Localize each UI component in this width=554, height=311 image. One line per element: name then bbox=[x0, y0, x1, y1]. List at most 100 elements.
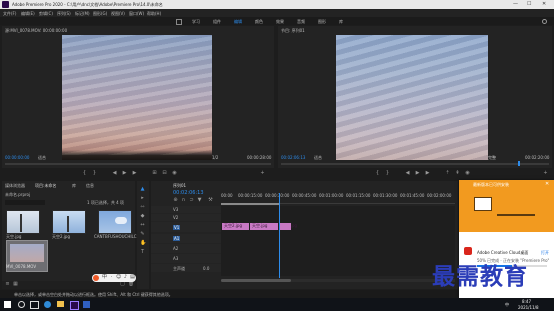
home-icon[interactable] bbox=[176, 19, 182, 25]
extract-icon[interactable]: ⇞ bbox=[455, 171, 460, 176]
timeline-playhead[interactable] bbox=[279, 193, 280, 278]
track-area[interactable]: 天空2.jpg 天空.jpg 天空3.jpg bbox=[221, 206, 455, 276]
tab-info[interactable]: 信息 bbox=[86, 183, 94, 188]
step-forward-icon[interactable]: ▶ bbox=[132, 171, 137, 176]
source-scale-select[interactable]: 1/2 bbox=[212, 155, 218, 160]
workspace-libraries[interactable]: 库 bbox=[339, 19, 343, 24]
insert-icon[interactable]: ⊞ bbox=[152, 171, 157, 176]
export-frame-icon[interactable]: ◉ bbox=[465, 171, 470, 176]
lift-icon[interactable]: ⇡ bbox=[445, 171, 450, 176]
play-icon[interactable]: ▶ bbox=[122, 171, 127, 176]
file-explorer-icon[interactable] bbox=[57, 301, 64, 307]
workspace-audio[interactable]: 音频 bbox=[297, 19, 305, 24]
play-icon[interactable]: ▶ bbox=[415, 171, 420, 176]
close-button[interactable]: ✕ bbox=[542, 1, 546, 7]
project-search-input[interactable] bbox=[5, 200, 45, 205]
notif-open-button[interactable]: 打开 bbox=[541, 250, 549, 255]
ime-keyboard-icon[interactable]: ▤ bbox=[130, 275, 135, 280]
timeline-clip[interactable] bbox=[279, 223, 291, 230]
razor-tool-icon[interactable]: ◆ bbox=[140, 214, 145, 219]
timeline-clip[interactable]: 天空.jpg bbox=[250, 223, 278, 230]
timeline-scrollbar[interactable] bbox=[221, 279, 455, 282]
ime-indicator[interactable]: 中 bbox=[505, 302, 509, 307]
menu-sequence[interactable]: 序列(S) bbox=[57, 11, 71, 16]
project-clip-thumb[interactable] bbox=[98, 210, 132, 234]
ime-lang-icon[interactable]: 中 bbox=[102, 275, 107, 280]
minimize-button[interactable]: — bbox=[513, 1, 518, 7]
mark-in-icon[interactable]: { bbox=[82, 171, 87, 176]
program-playhead[interactable] bbox=[518, 161, 520, 166]
track-label-a1[interactable]: A1 bbox=[173, 236, 181, 241]
track-label-v2[interactable]: V2 bbox=[173, 215, 178, 220]
program-scrubber[interactable] bbox=[281, 163, 549, 165]
program-monitor-tab[interactable]: 节目: 序列01 bbox=[281, 28, 305, 33]
mark-out-icon[interactable]: } bbox=[92, 171, 97, 176]
master-volume[interactable]: 0.0 bbox=[203, 266, 209, 271]
workspace-editing[interactable]: 编辑 bbox=[234, 19, 242, 24]
ripple-edit-tool-icon[interactable]: ⇿ bbox=[140, 205, 145, 210]
timeline-timecode[interactable]: 00:02:06:13 bbox=[173, 191, 204, 196]
tab-media-browser[interactable]: 媒体浏览器 bbox=[5, 183, 25, 188]
clock-date[interactable]: 2021/11/8 bbox=[518, 305, 539, 310]
project-clip-thumb[interactable] bbox=[52, 210, 86, 234]
menu-markers[interactable]: 标记(M) bbox=[75, 11, 90, 16]
workspace-learn[interactable]: 学习 bbox=[192, 19, 200, 24]
source-scrubber[interactable] bbox=[5, 163, 271, 165]
close-icon[interactable]: ✕ bbox=[545, 181, 549, 187]
menu-help[interactable]: 帮助(H) bbox=[147, 11, 161, 16]
windows-start-icon[interactable] bbox=[4, 301, 11, 308]
type-tool-icon[interactable]: T bbox=[140, 250, 145, 255]
source-monitor-tab[interactable]: 源:MVI_0078.MOV: 00:00:00:00 bbox=[5, 28, 67, 33]
search-icon[interactable] bbox=[542, 19, 547, 24]
add-marker-icon[interactable]: ▼ bbox=[197, 198, 202, 203]
add-button-icon[interactable]: + bbox=[260, 171, 265, 176]
hand-tool-icon[interactable]: ✋ bbox=[140, 241, 146, 246]
source-fit-select[interactable]: 适合 bbox=[38, 155, 46, 160]
step-forward-icon[interactable]: ▶ bbox=[425, 171, 430, 176]
workspace-effects[interactable]: 效果 bbox=[276, 19, 284, 24]
add-button-icon[interactable]: + bbox=[543, 171, 548, 176]
ime-emoji-icon[interactable]: ☺ bbox=[116, 275, 121, 280]
scroll-thumb[interactable] bbox=[221, 279, 291, 282]
wrench-icon[interactable]: ⚒ bbox=[208, 198, 213, 203]
clock-time[interactable]: 8:47 bbox=[522, 299, 531, 304]
trash-icon[interactable]: 🗑 bbox=[128, 282, 134, 287]
project-clip-thumb[interactable] bbox=[6, 210, 40, 234]
track-label-a2[interactable]: A2 bbox=[173, 246, 178, 251]
overwrite-icon[interactable]: ⊟ bbox=[162, 171, 167, 176]
source-timecode[interactable]: 00:00:00:00 bbox=[5, 155, 29, 160]
pen-tool-icon[interactable]: ✎ bbox=[140, 232, 145, 237]
workspace-graphics[interactable]: 图形 bbox=[318, 19, 326, 24]
track-label-v3[interactable]: V3 bbox=[173, 207, 178, 212]
snap-icon[interactable]: ∩ bbox=[181, 198, 186, 203]
premiere-taskbar-icon[interactable] bbox=[70, 301, 79, 310]
timeline-tab[interactable]: 序列01 bbox=[173, 183, 186, 188]
taskbar-app-icon[interactable] bbox=[83, 301, 90, 308]
program-scale-select[interactable]: 完整 bbox=[488, 155, 496, 160]
program-timecode[interactable]: 00:02:06:13 bbox=[281, 155, 305, 160]
task-view-icon[interactable] bbox=[30, 301, 39, 309]
track-label-v1[interactable]: V1 bbox=[173, 225, 181, 230]
workspace-assembly[interactable]: 组件 bbox=[213, 19, 221, 24]
program-fit-select[interactable]: 适合 bbox=[314, 155, 322, 160]
menu-view[interactable]: 视图(V) bbox=[111, 11, 125, 16]
linked-selection-icon[interactable]: ⊃ bbox=[189, 198, 194, 203]
ime-punct-icon[interactable]: · bbox=[109, 275, 114, 280]
track-select-tool-icon[interactable]: ▸ bbox=[140, 196, 145, 201]
icon-view-icon[interactable]: ▦ bbox=[13, 282, 18, 287]
edge-icon[interactable] bbox=[44, 301, 51, 308]
export-frame-icon[interactable]: ◉ bbox=[172, 171, 177, 176]
nest-icon[interactable]: ⊕ bbox=[173, 198, 178, 203]
menu-graphics[interactable]: 图形(G) bbox=[93, 11, 107, 16]
menu-edit[interactable]: 编辑(E) bbox=[21, 11, 35, 16]
selection-tool-icon[interactable]: ▲ bbox=[140, 187, 145, 192]
step-back-icon[interactable]: ◀ bbox=[405, 171, 410, 176]
new-bin-icon[interactable]: ▢ bbox=[120, 282, 125, 287]
mark-out-icon[interactable]: } bbox=[385, 171, 390, 176]
tab-project[interactable]: 项目:未命名 bbox=[35, 183, 56, 188]
timeline-clip[interactable]: 天空2.jpg bbox=[222, 223, 249, 230]
workspace-color[interactable]: 颜色 bbox=[255, 19, 263, 24]
ime-mic-icon[interactable]: ♪ bbox=[123, 275, 128, 280]
track-label-a3[interactable]: A3 bbox=[173, 256, 178, 261]
ime-logo-icon[interactable] bbox=[93, 275, 99, 281]
